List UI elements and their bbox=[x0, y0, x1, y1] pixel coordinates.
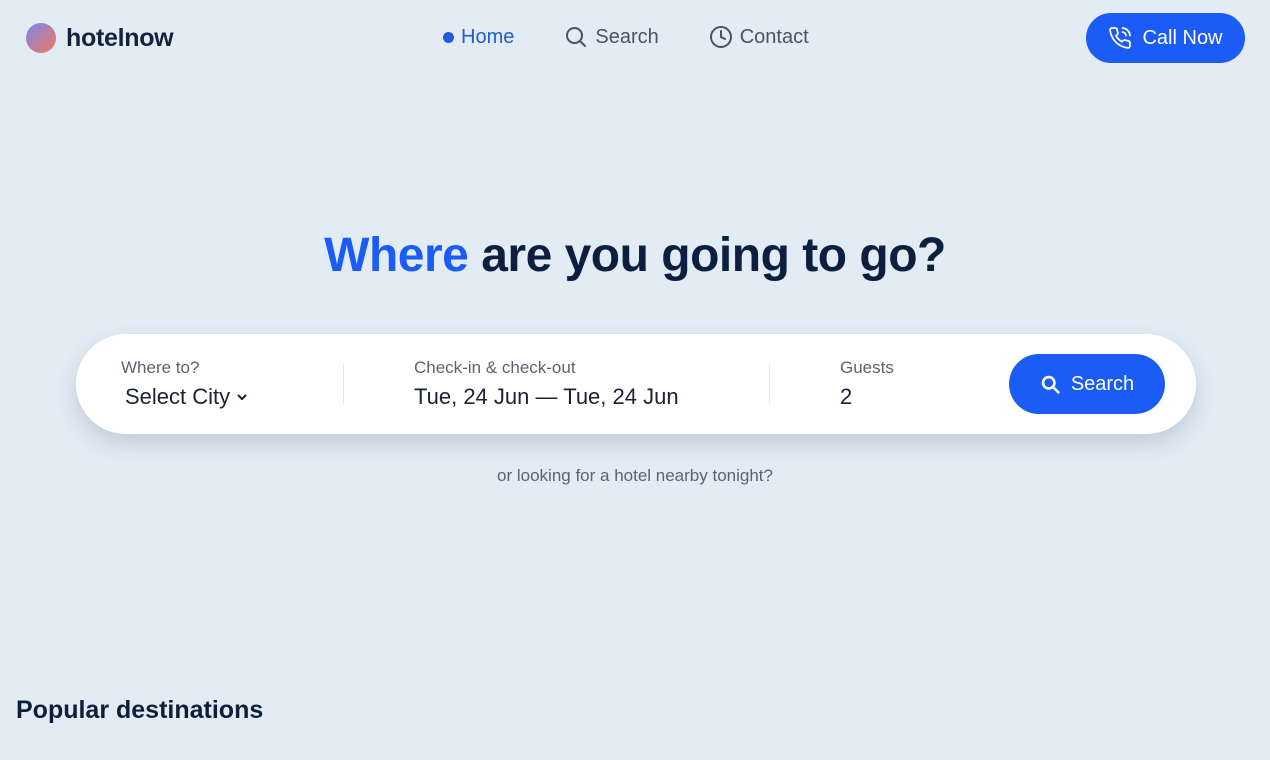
hero-title: Where are you going to go? bbox=[0, 228, 1270, 283]
city-value: Select City bbox=[125, 384, 231, 409]
hero-title-accent: Where bbox=[324, 229, 469, 282]
guests-field[interactable]: Guests 2 bbox=[840, 358, 894, 410]
search-bar: Where to? Select City Check-in & check-o… bbox=[76, 334, 1196, 434]
chevron-down-icon bbox=[237, 394, 247, 400]
brand-logo[interactable]: hotelnow bbox=[26, 23, 174, 53]
main-nav: Home Search Contact bbox=[443, 25, 809, 49]
page: hotelnow Home Search Contact Call Now Wh… bbox=[0, 0, 1270, 760]
popular-destinations-heading: Popular destinations bbox=[16, 696, 264, 724]
dates-label: Check-in & check-out bbox=[414, 358, 576, 377]
nav-item-contact[interactable]: Contact bbox=[709, 25, 809, 49]
search-icon bbox=[566, 27, 587, 47]
guests-value: 2 bbox=[840, 384, 853, 409]
field-divider bbox=[343, 364, 344, 404]
field-divider bbox=[769, 364, 770, 404]
call-now-button[interactable]: Call Now bbox=[1086, 13, 1245, 63]
guests-label: Guests bbox=[840, 358, 894, 377]
nearby-hotels-link[interactable]: or looking for a hotel nearby tonight? bbox=[0, 466, 1270, 486]
hero-title-rest: are you going to go? bbox=[468, 229, 946, 282]
logo-mark bbox=[26, 23, 56, 53]
dates-value: Tue, 24 Jun — Tue, 24 Jun bbox=[414, 384, 679, 409]
search-icon bbox=[1041, 375, 1060, 394]
call-now-label: Call Now bbox=[1142, 26, 1223, 49]
search-button-label: Search bbox=[1070, 372, 1135, 395]
nav-item-label: Home bbox=[461, 25, 515, 48]
active-dot-icon bbox=[443, 31, 454, 43]
clock-icon bbox=[709, 26, 732, 48]
nav-item-label: Contact bbox=[739, 25, 809, 48]
search-button[interactable]: Search bbox=[1009, 354, 1165, 414]
brand-name: hotelnow bbox=[66, 23, 174, 52]
dates-field[interactable]: Check-in & check-out Tue, 24 Jun — Tue, … bbox=[414, 358, 679, 410]
nav-item-label: Search bbox=[595, 25, 659, 48]
city-field[interactable]: Where to? Select City bbox=[121, 358, 248, 410]
phone-icon bbox=[1109, 27, 1132, 49]
nav-item-home[interactable]: Home bbox=[443, 26, 514, 49]
city-label: Where to? bbox=[121, 358, 200, 377]
city-select[interactable]: Select City bbox=[125, 384, 248, 410]
nav-item-search[interactable]: Search bbox=[564, 25, 659, 49]
